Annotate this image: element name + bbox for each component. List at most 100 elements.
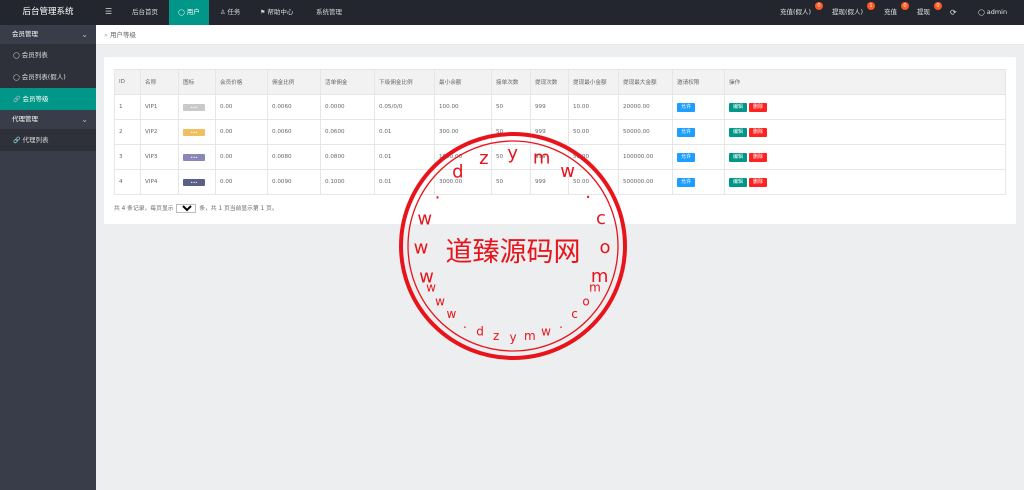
table-row: 1 VIP1 ••• 0.00 0.0060 0.0000 0.05/0/0 1… [114,94,1006,120]
delete-button[interactable]: 删除 [749,127,768,137]
cell-min-balance: 100.00 [434,94,492,120]
user-menu[interactable]: ◯ admin [978,0,1007,25]
cell-name: VIP2 [140,119,179,145]
withdraw-fake-link[interactable]: 提现(假人) [832,0,863,25]
stamp-ring-letter: c [571,307,578,321]
cell-withdraw-max: 20000.00 [618,94,673,120]
sidebar-group-agents[interactable]: 代理管理 ⌄ [0,110,96,129]
nav-home-label: 后台首页 [132,8,158,16]
cell-name: VIP1 [140,94,179,120]
table-header-row: ID 名称 图标 会员价格 佣金比例 活单佣金 下级佣金比例 最小余额 接单次数… [114,69,1006,95]
nav-help[interactable]: ⚑ 帮助中心 [251,0,302,25]
stamp-ring-letter: w [435,295,445,309]
sidebar-item-member-list-fake[interactable]: ◯ 会员列表(假人) [0,66,96,88]
admin-label: admin [986,8,1008,16]
sidebar-item-label: 会员等级 [22,95,49,103]
cell-orders: 50 [491,144,531,170]
level-badge-icon: ••• [183,128,205,136]
delete-button[interactable]: 删除 [749,177,768,187]
cell-icon: ••• [178,94,216,120]
stamp-ring-letter: . [463,317,467,331]
breadcrumb-label: 用户等级 [109,31,136,39]
sidebar-group-members[interactable]: 会员管理 ⌄ [0,25,96,44]
cell-min-balance: 3000.00 [434,169,492,195]
nav-home[interactable]: 后台首页 [123,0,167,25]
delete-button[interactable]: 删除 [749,152,768,162]
edit-button[interactable]: 编辑 [729,177,748,187]
edit-button[interactable]: 编辑 [729,152,748,162]
table-row: 2 VIP2 ••• 0.00 0.0060 0.0600 0.01 300.0… [114,119,1006,145]
cell-name: VIP4 [140,169,179,195]
cell-invite: 允许 [672,119,725,145]
cell-order-commission: 0.1000 [320,169,375,195]
sidebar-item-member-level[interactable]: 🔗 会员等级 [0,88,96,110]
cell-id: 1 [114,94,141,120]
link-icon: 🔗 [13,96,21,103]
withdraw-fake-label: 提现(假人) [832,8,864,16]
stamp-ring-letter: w [446,307,456,321]
nav-system-label: 系统管理 [316,8,342,16]
hamburger-icon[interactable]: ☰ [105,0,112,25]
cell-icon: ••• [178,119,216,145]
cell-order-commission: 0.0600 [320,119,375,145]
cell-withdraw-times: 999 [530,169,569,195]
stamp-ring-letter: d [476,324,484,338]
cell-withdraw-times: 999 [530,94,569,120]
per-page-select[interactable]: 10 [176,204,197,213]
cell-withdraw-min: 50.00 [568,119,619,145]
user-icon: ◯ [13,52,20,59]
delete-button[interactable]: 删除 [749,102,768,112]
cell-invite: 允许 [672,169,725,195]
recharge-label: 充值 [884,8,897,16]
chevron-right-icon: » [104,31,108,39]
breadcrumb: » 用户等级 [96,25,1024,45]
cell-actions: 编辑 删除 [724,169,1006,195]
sidebar-item-agent-list[interactable]: 🔗 代理列表 [0,129,96,151]
column-header: 提现最大金额 [618,69,673,95]
recharge-link[interactable]: 充值 [884,0,897,25]
edit-button[interactable]: 编辑 [729,102,748,112]
cell-withdraw-max: 50000.00 [618,119,673,145]
pager-prefix: 共 4 条记录，每页显示 [114,206,174,212]
withdraw-fake-badge: 1 [867,2,875,10]
chevron-down-icon: ⌄ [81,115,88,124]
cell-sub-commission: 0.01 [374,144,435,170]
column-header: 最小余额 [434,69,492,95]
recharge-fake-link[interactable]: 充值(假人) [780,0,811,25]
column-header: 提现最小金额 [568,69,619,95]
cell-min-balance: 300.00 [434,119,492,145]
cell-min-balance: 1000.00 [434,144,492,170]
cell-withdraw-times: 999 [530,119,569,145]
cell-withdraw-min: 50.00 [568,169,619,195]
cell-withdraw-max: 100000.00 [618,144,673,170]
pagination-info: 共 4 条记录，每页显示 10 条，共 1 页当前显示第 1 页。 [114,203,278,213]
recharge-fake-badge: 0 [815,2,823,10]
withdraw-link[interactable]: 提现 [917,0,930,25]
cell-id: 4 [114,169,141,195]
nav-system[interactable]: 系统管理 [307,0,351,25]
edit-button[interactable]: 编辑 [729,127,748,137]
column-header: 佣金比例 [267,69,321,95]
invite-allow-badge: 允许 [677,102,696,112]
sidebar-item-member-list[interactable]: ◯ 会员列表 [0,44,96,66]
stamp-ring-text-bottom: www.d z y m w.com [426,280,601,344]
table-row: 4 VIP4 ••• 0.00 0.0090 0.1000 0.01 3000.… [114,169,1006,195]
level-badge-icon: ••• [183,178,205,186]
column-header: 名称 [140,69,179,95]
cell-actions: 编辑 删除 [724,144,1006,170]
nav-user[interactable]: ◯ 用户 [169,0,209,25]
stamp-center-text: 道臻源码网 [446,237,581,268]
cell-icon: ••• [178,169,216,195]
sidebar-item-label: 会员列表 [21,51,48,59]
refresh-icon[interactable]: ⟳ [950,0,957,25]
stamp-ring-letter: m [591,266,609,287]
table-row: 3 VIP3 ••• 0.00 0.0080 0.0800 0.01 1000.… [114,144,1006,170]
stamp-ring-letter: w [414,238,429,259]
cell-order-commission: 0.0000 [320,94,375,120]
flag-icon: ⚑ [260,9,266,16]
nav-task[interactable]: ♙ 任务 [211,0,249,25]
level-badge-icon: ••• [183,153,205,161]
cell-orders: 50 [491,169,531,195]
stamp-ring-letter: m [524,329,536,343]
column-header: 下级佣金比例 [374,69,435,95]
